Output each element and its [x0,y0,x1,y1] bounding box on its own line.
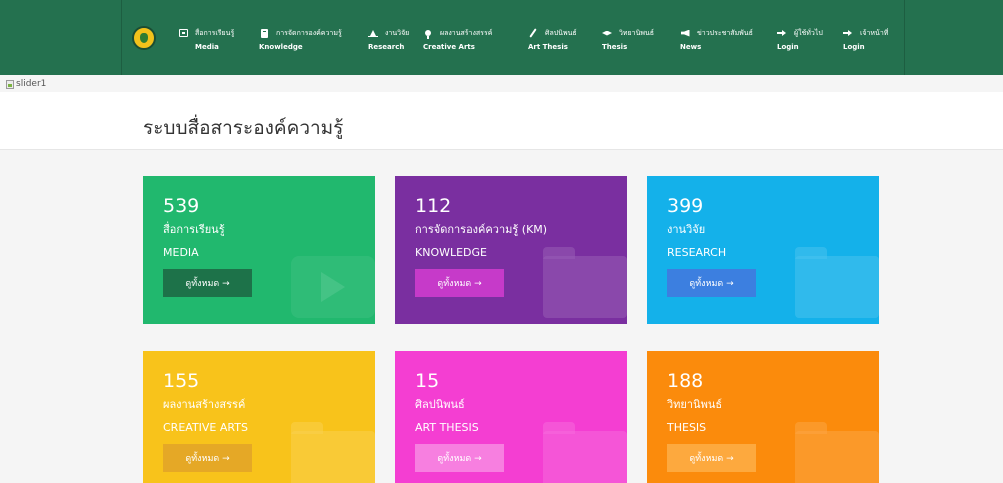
card-title-en: ART THESIS [415,421,479,434]
view-all-button[interactable]: ดูทั้งหมด → [415,269,504,297]
folder-icon [291,422,375,483]
card-knowledge[interactable]: 112 การจัดการองค์ความรู้ (KM) KNOWLEDGE … [395,176,627,324]
slider-alt-text: slider1 [16,79,47,89]
card-title-en: MEDIA [163,246,199,259]
folder-icon [795,422,879,483]
nav-item-research[interactable]: งานวิจัย Research [368,27,409,52]
nav-item-thesis[interactable]: วิทยานิพนธ์ Thesis [602,27,654,52]
broken-image-icon [6,79,14,89]
card-count: 15 [415,370,440,392]
card-title-th: งานวิจัย [667,223,706,236]
nav-label-th: ศิลปนิพนธ์ [545,29,577,37]
card-title-th: ผลงานสร้างสรรค์ [163,398,246,411]
nav-label-th: ผลงานสร้างสรรค์ [440,29,493,37]
nav-label-th: ผู้ใช้ทั่วไป [794,29,823,37]
nav-item-news[interactable]: ข่าวประชาสัมพันธ์ News [680,27,753,52]
card-thesis[interactable]: 188 วิทยานิพนธ์ THESIS ดูทั้งหมด → [647,351,879,483]
card-count: 399 [667,195,704,217]
nav-label-en: Knowledge [259,43,303,51]
chart-icon [368,28,378,38]
nav-item-art-thesis[interactable]: ศิลปนิพนธ์ Art Thesis [528,27,577,52]
card-research[interactable]: 399 งานวิจัย RESEARCH ดูทั้งหมด → [647,176,879,324]
card-title-en: THESIS [667,421,707,434]
login-icon [777,28,787,38]
nav-label-th: สื่อการเรียนรู้ [195,29,235,37]
top-navbar: สื่อการเรียนรู้ Media การจัดการองค์ความร… [0,0,1003,75]
nav-item-creative-arts[interactable]: ผลงานสร้างสรรค์ Creative Arts [423,27,492,52]
card-count: 155 [163,370,200,392]
nav-item-knowledge[interactable]: การจัดการองค์ความรู้ Knowledge [259,27,342,52]
nav-label-en: Login [777,43,799,51]
nav-label-th: การจัดการองค์ความรู้ [276,29,342,37]
folder-icon [543,422,627,483]
login-icon [843,28,853,38]
card-title-en: CREATIVE ARTS [163,421,248,434]
card-creative-arts[interactable]: 155 ผลงานสร้างสรรค์ CREATIVE ARTS ดูทั้ง… [143,351,375,483]
nav-label-en: News [680,43,702,51]
card-media[interactable]: 539 สื่อการเรียนรู้ MEDIA ดูทั้งหมด → [143,176,375,324]
card-count: 539 [163,195,200,217]
nav-label-en: Media [195,43,219,51]
slider-broken-image: slider1 [6,78,46,90]
section-header: ระบบสื่อสาระองค์ความรู้ [0,92,1003,150]
play-icon [291,256,375,318]
nav-label-en: Creative Arts [423,43,475,51]
nav-label-th: งานวิจัย [385,29,410,37]
lightbulb-icon [423,28,433,39]
nav-label-en: Art Thesis [528,43,568,51]
view-all-button[interactable]: ดูทั้งหมด → [163,444,252,472]
nav-item-login-staff[interactable]: เจ้าหน้าที่ Login [843,27,888,52]
nav-item-login-general[interactable]: ผู้ใช้ทั่วไป Login [777,27,823,52]
nav-label-th: เจ้าหน้าที่ [860,29,889,37]
nav-label-th: ข่าวประชาสัมพันธ์ [697,29,753,37]
pen-icon [528,28,538,38]
card-title-en: KNOWLEDGE [415,246,487,259]
graduation-cap-icon [602,28,612,38]
university-logo-icon[interactable] [132,26,156,50]
card-title-th: การจัดการองค์ความรู้ (KM) [415,223,548,236]
nav-label-en: Research [368,43,405,51]
nav-label-en: Login [843,43,865,51]
view-all-button[interactable]: ดูทั้งหมด → [667,444,756,472]
card-title-en: RESEARCH [667,246,727,259]
card-count: 188 [667,370,704,392]
navbar-container: สื่อการเรียนรู้ Media การจัดการองค์ความร… [121,0,905,75]
folder-icon [795,247,879,318]
nav-item-media[interactable]: สื่อการเรียนรู้ Media [178,27,234,52]
view-all-button[interactable]: ดูทั้งหมด → [667,269,756,297]
card-title-th: วิทยานิพนธ์ [667,398,723,411]
card-title-th: สื่อการเรียนรู้ [163,223,225,236]
nav-label-en: Thesis [602,43,628,51]
nav-label-th: วิทยานิพนธ์ [619,29,655,37]
page-title: ระบบสื่อสาระองค์ความรู้ [143,117,344,139]
card-title-th: ศิลปนิพนธ์ [415,398,465,411]
view-all-button[interactable]: ดูทั้งหมด → [163,269,252,297]
megaphone-icon [680,28,690,38]
book-icon [259,28,269,38]
card-art-thesis[interactable]: 15 ศิลปนิพนธ์ ART THESIS ดูทั้งหมด → [395,351,627,483]
media-icon [178,28,188,38]
folder-icon [543,247,627,318]
card-count: 112 [415,195,452,217]
view-all-button[interactable]: ดูทั้งหมด → [415,444,504,472]
